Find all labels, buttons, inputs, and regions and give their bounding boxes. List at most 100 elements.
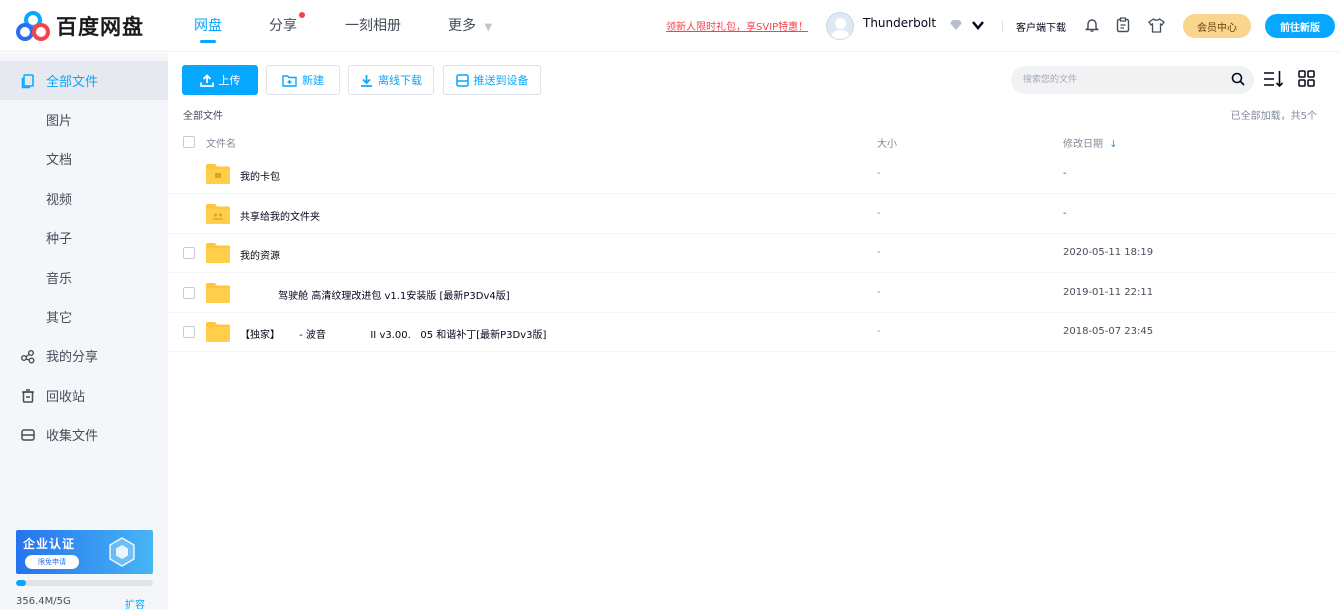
brand-name: 百度网盘 [56,15,144,39]
file-modified-date: - [1063,168,1067,179]
file-size: - [877,247,881,258]
file-name[interactable]: 驾驶舱 高清纹理改进包 v1.1安装版 [最新P3Dv4版] [240,287,510,302]
sidebar-item-all-files[interactable]: 全部文件 [0,61,168,100]
enterprise-certification-banner[interactable]: 企业认证 限免申请 [16,530,153,574]
new-version-button[interactable]: 前往新版 [1265,14,1335,38]
table-row[interactable]: 我的资源 - 2020-05-11 18:19 [168,234,1339,273]
download-icon [361,74,372,87]
search-box [1011,66,1254,94]
sidebar-item-documents[interactable]: 文档 [0,139,168,178]
tab-share[interactable]: 分享 [269,15,297,35]
new-folder-icon [282,74,297,87]
username[interactable]: Thunderbolt [863,16,936,30]
offline-download-label: 离线下载 [378,74,422,87]
file-name[interactable]: 我的卡包 [240,168,280,183]
enterprise-cube-icon [109,537,135,567]
top-navigation-bar: 百度网盘 网盘 分享 一刻相册 更多 ▼ 领新人限时礼包，享SVIP特惠！ Th… [0,0,1339,52]
sort-icon[interactable] [1263,68,1285,90]
row-checkbox[interactable] [183,326,195,338]
file-modified-date: 2020-05-11 18:19 [1063,247,1154,258]
folder-icon [206,243,230,263]
table-header: 文件名 大小 修改日期 ↓ [168,128,1339,154]
file-size: - [877,207,881,219]
table-row[interactable]: 共享给我的文件夹 - - [168,195,1339,234]
file-name[interactable]: 共享给我的文件夹 [240,208,320,223]
file-name[interactable]: 我的资源 [240,247,280,262]
sidebar-item-torrents[interactable]: 种子 [0,218,168,257]
folder-icon [206,322,230,342]
trash-icon [22,389,34,403]
tab-more[interactable]: 更多 ▼ [448,15,492,35]
column-date-label: 修改日期 [1063,139,1103,150]
sidebar-item-label: 全部文件 [46,75,99,90]
sidebar-item-label: 文档 [46,153,73,168]
sidebar-item-label: 回收站 [46,390,86,405]
file-stack-icon [21,74,34,89]
storage-quota-bar [16,580,153,586]
table-row[interactable]: 【独家】 - 波音 II v3.00. 05 和谐补丁[最新P3Dv3版] - 20… [168,313,1339,352]
clipboard-icon[interactable] [1113,15,1133,35]
loaded-status-text: 已全部加载，共5个 [1230,111,1317,122]
storage-quota-fill [16,580,26,586]
sidebar-item-music[interactable]: 音乐 [0,258,168,297]
table-row[interactable]: 驾驶舱 高清纹理改进包 v1.1安装版 [最新P3Dv4版] - 2019-01-1… [168,274,1339,313]
sidebar-item-images[interactable]: 图片 [0,100,168,139]
file-size: - [877,168,881,179]
device-icon [455,73,469,87]
breadcrumb[interactable]: 全部文件 [183,107,223,122]
free-apply-button[interactable]: 限免申请 [25,555,79,569]
file-name[interactable]: 【独家】 - 波音 II v3.00. 05 和谐补丁[最新P3Dv3版] [240,326,546,341]
enterprise-title: 企业认证 [23,537,76,551]
push-to-device-label: 推送到设备 [473,74,529,87]
bell-icon[interactable] [1082,15,1102,35]
folder-icon [206,282,230,303]
sidebar-item-recycle-bin[interactable]: 回收站 [0,376,168,415]
vip-center-button[interactable]: 会员中心 [1183,14,1251,38]
tab-more-label: 更多 [448,18,476,34]
sidebar-item-videos[interactable]: 视频 [0,179,168,218]
upload-button[interactable]: 上传 [182,65,258,95]
expand-storage-link[interactable]: 扩容 [125,596,145,611]
new-label: 新建 [302,74,324,87]
upload-icon [199,73,214,87]
promo-link[interactable]: 领新人限时礼包，享SVIP特惠！ [666,18,808,33]
table-row[interactable]: 我的卡包 - - [168,155,1339,194]
file-size: - [877,326,881,337]
share-notification-dot [299,12,305,18]
share-icon [21,350,35,364]
new-button[interactable]: 新建 [266,65,340,95]
avatar[interactable] [826,12,854,40]
sidebar-item-my-shares[interactable]: 我的分享 [0,336,168,375]
offline-download-button[interactable]: 离线下载 [348,65,434,95]
sidebar-item-label: 我的分享 [46,350,99,365]
column-date-header[interactable]: 修改日期 ↓ [1063,135,1118,150]
vip-diamond-icon[interactable] [946,15,966,35]
search-input[interactable] [1023,72,1213,88]
client-download-link[interactable]: 客户端下载 [1016,19,1066,34]
select-all-checkbox[interactable] [183,136,195,148]
file-size: - [877,286,881,298]
tshirt-skin-icon[interactable] [1146,15,1166,35]
divider [1002,20,1003,32]
chevron-down-icon[interactable] [968,15,988,35]
active-tab-indicator [200,40,216,43]
folder-icon [206,203,230,224]
sidebar-item-collect-files[interactable]: 收集文件 [0,415,168,454]
grid-view-icon[interactable] [1296,68,1318,90]
chevron-down-icon: ▼ [484,22,493,33]
row-checkbox[interactable] [183,247,195,259]
storage-used-text: 356.4M/5G [16,596,71,607]
row-checkbox[interactable] [183,286,195,299]
sidebar-item-label: 视频 [46,193,73,208]
tab-netdisk[interactable]: 网盘 [194,15,222,35]
tab-moment-album[interactable]: 一刻相册 [345,15,401,35]
baidu-netdisk-logo[interactable]: 百度网盘 [16,11,144,41]
sidebar-item-label: 收集文件 [46,429,99,444]
column-size-header[interactable]: 大小 [877,135,897,150]
search-icon[interactable] [1231,72,1245,87]
column-name-header[interactable]: 文件名 [206,135,236,150]
push-to-device-button[interactable]: 推送到设备 [443,65,541,95]
sidebar-item-label: 其它 [46,311,73,326]
sidebar-item-other[interactable]: 其它 [0,297,168,336]
collect-icon [21,429,35,441]
